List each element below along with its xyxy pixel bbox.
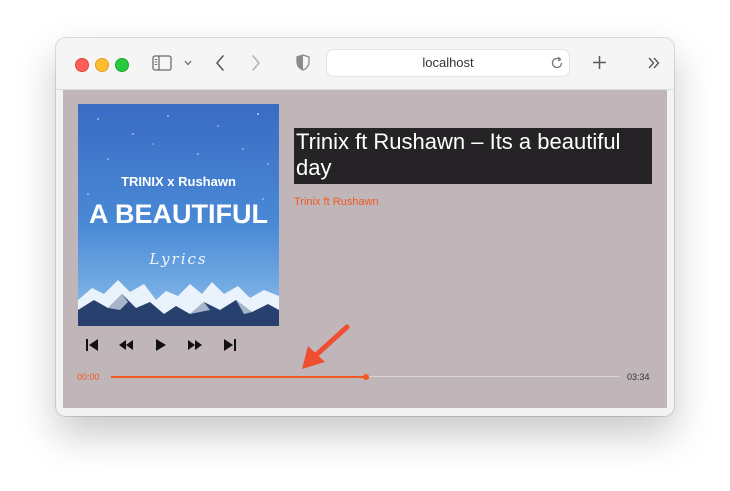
progress-knob[interactable] (362, 373, 369, 380)
progress-track[interactable] (111, 373, 620, 380)
sidebar-icon[interactable] (152, 55, 172, 71)
track-artist: Trinix ft Rushawn (294, 196, 379, 208)
album-art-text-2: A BEAUTIFUL (89, 199, 268, 229)
reload-icon[interactable] (550, 56, 564, 70)
skip-next-icon[interactable] (221, 336, 239, 354)
album-art-text-3: Lyrics (149, 250, 208, 268)
minimize-window-button[interactable] (95, 58, 109, 72)
browser-window: localhost TRINIX x Rushawn A BEAUTIFUL L… (56, 38, 674, 416)
duration-time: 03:34 (627, 372, 650, 382)
fast-forward-icon[interactable] (186, 336, 204, 354)
album-art: TRINIX x Rushawn A BEAUTIFUL Lyrics (78, 104, 279, 326)
address-bar[interactable]: localhost (327, 50, 569, 76)
browser-toolbar: localhost (56, 38, 674, 90)
close-window-button[interactable] (75, 58, 89, 72)
new-tab-icon[interactable] (592, 55, 607, 70)
window-bottom-edge (56, 408, 674, 416)
back-icon[interactable] (215, 55, 225, 71)
forward-icon[interactable] (251, 55, 261, 71)
play-icon[interactable] (152, 336, 170, 354)
zoom-window-button[interactable] (115, 58, 129, 72)
annotation-arrow-icon (302, 324, 350, 369)
track-title-text: Trinix ft Rushawn – Its a beautiful day (296, 129, 621, 180)
current-time: 00:00 (77, 372, 100, 382)
skip-previous-icon[interactable] (83, 336, 101, 354)
album-art-text-1: TRINIX x Rushawn (121, 174, 236, 189)
shield-icon[interactable] (296, 54, 310, 71)
rewind-icon[interactable] (117, 336, 135, 354)
page-content: TRINIX x Rushawn A BEAUTIFUL Lyrics Trin… (63, 90, 667, 408)
track-title: Trinix ft Rushawn – Its a beautiful day (294, 128, 652, 184)
overflow-icon[interactable] (647, 57, 661, 69)
url-text: localhost (422, 55, 474, 70)
chevron-down-icon[interactable] (184, 60, 192, 66)
